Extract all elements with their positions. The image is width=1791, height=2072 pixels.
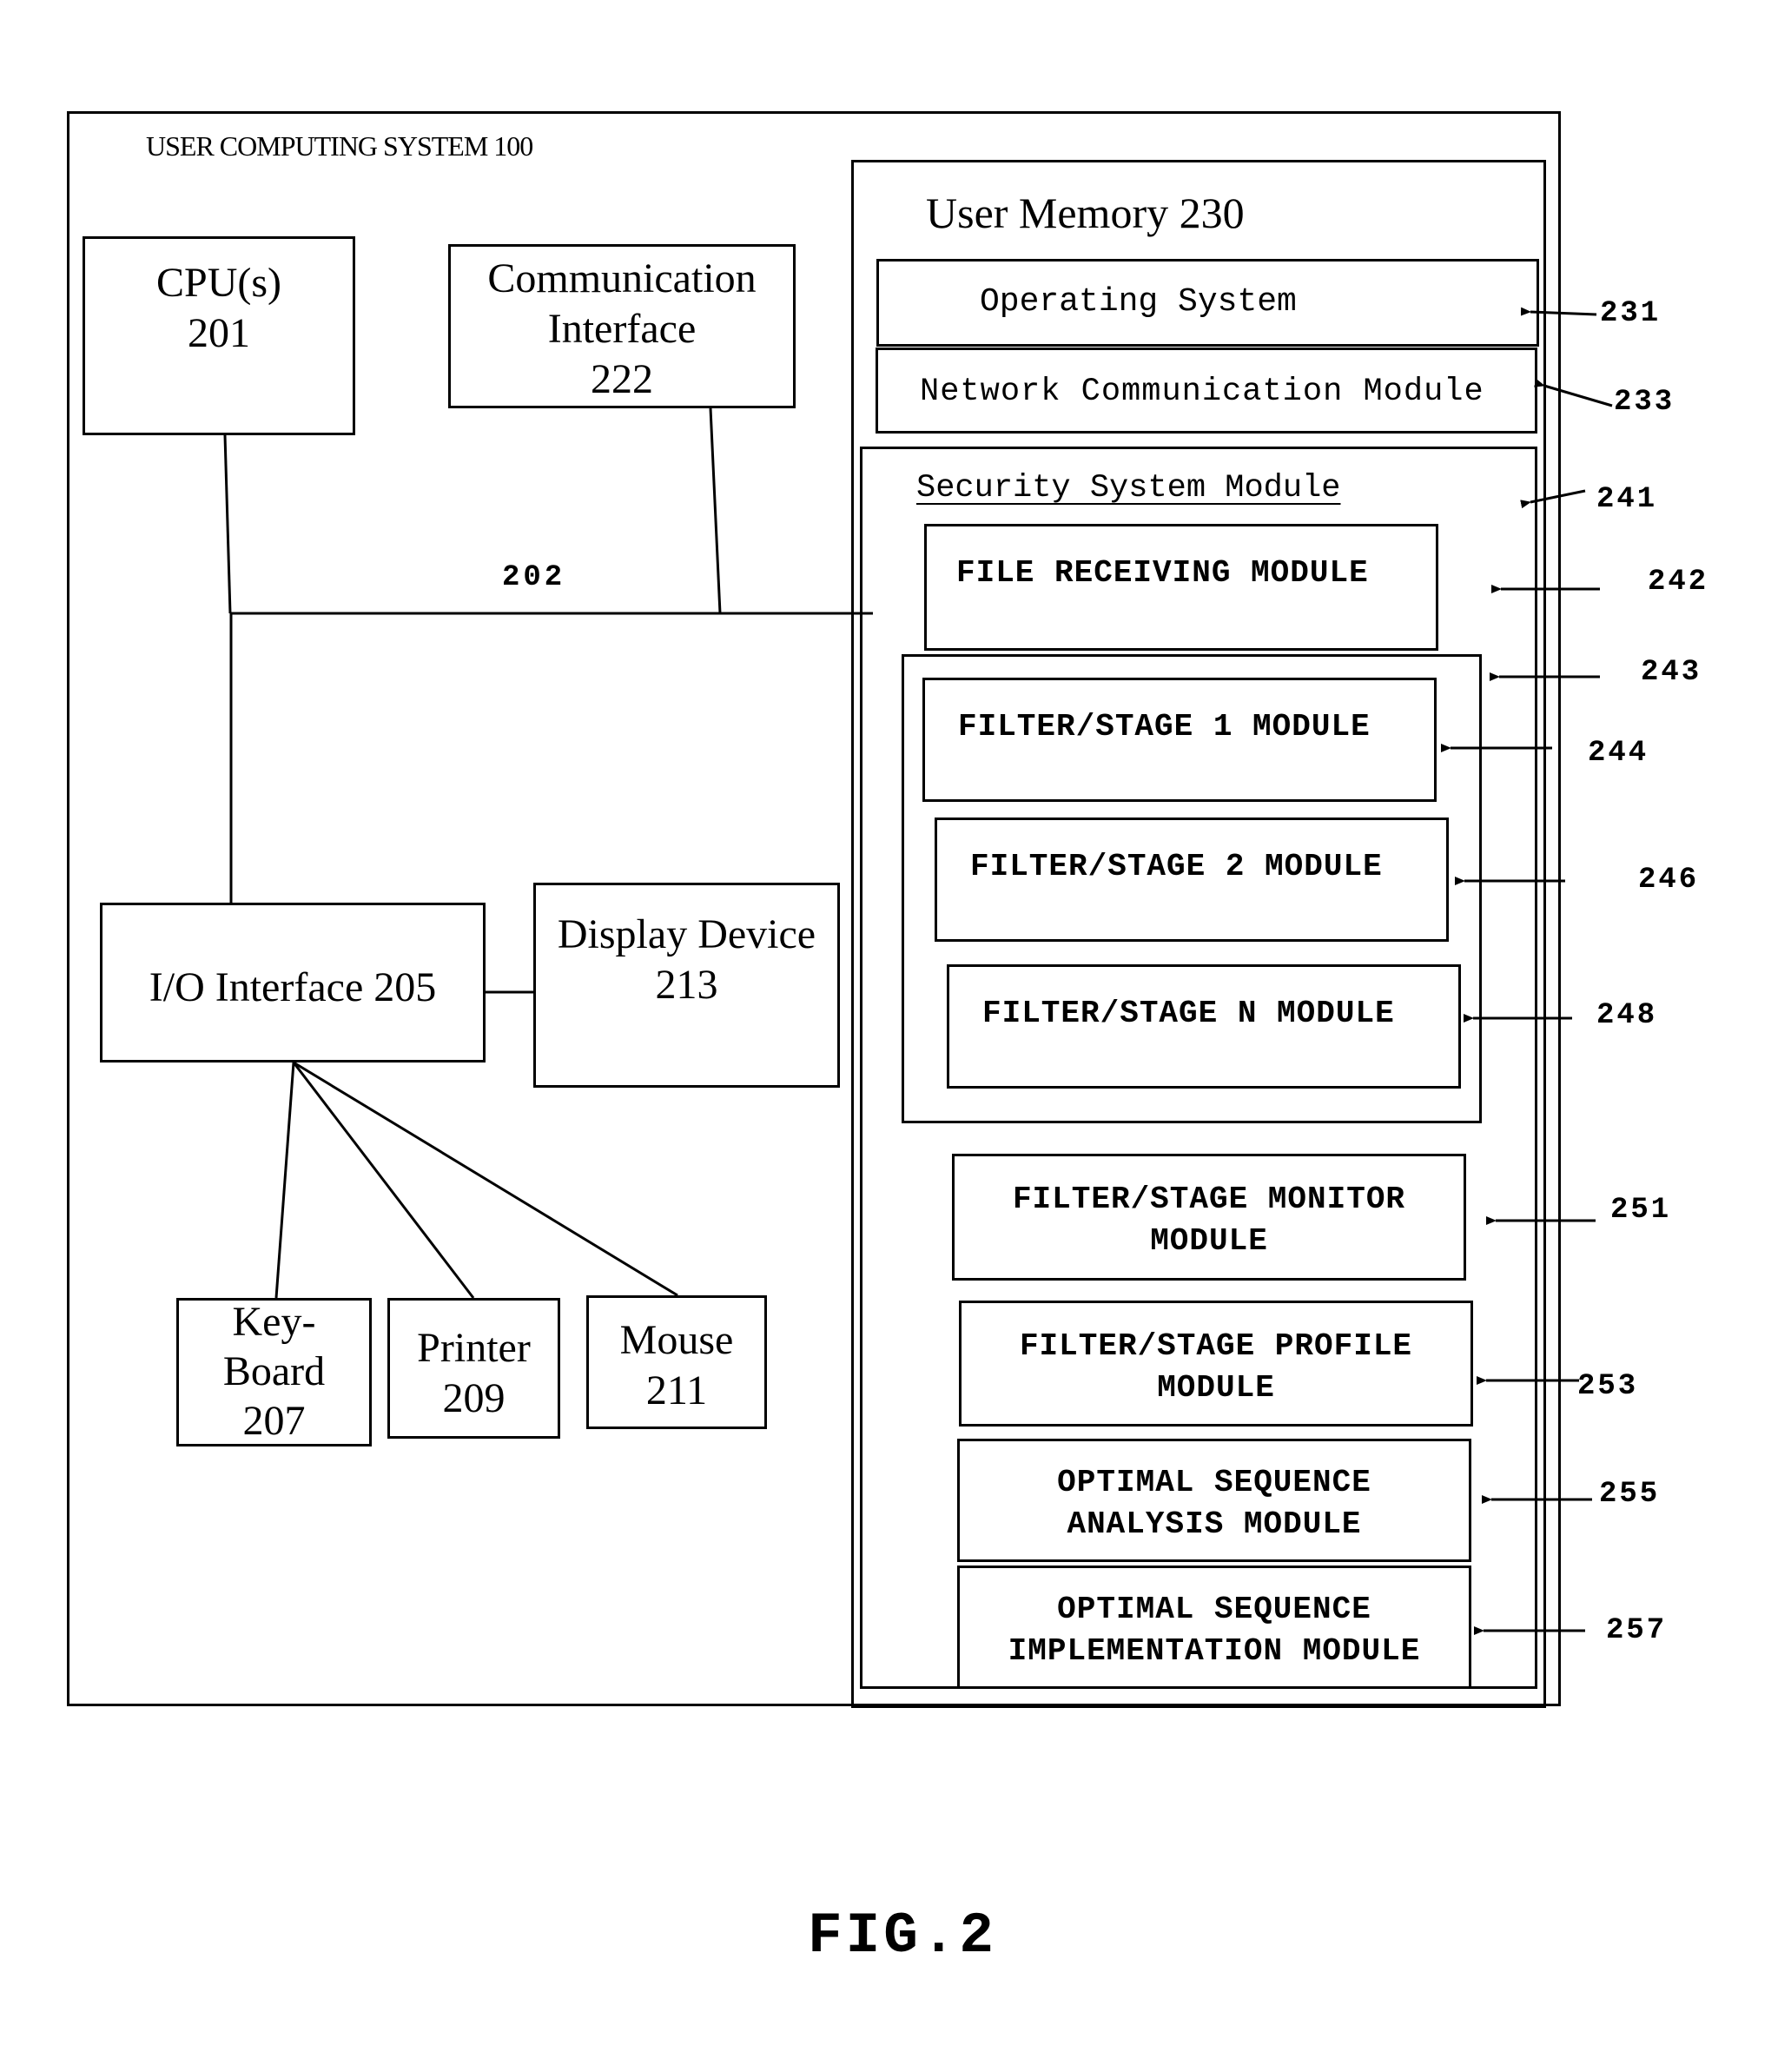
ref-241: 241 xyxy=(1596,483,1658,516)
file-receiving-module-box: FILE RECEIVING MODULE xyxy=(924,524,1438,651)
filter-stage-monitor-module-box: FILTER/STAGE MONITOR MODULE xyxy=(952,1154,1466,1281)
ref-255: 255 xyxy=(1599,1478,1661,1511)
io-interface-box: I/O Interface 205 xyxy=(100,903,486,1062)
filter-stage-monitor-module-label: FILTER/STAGE MONITOR MODULE xyxy=(1012,1182,1406,1259)
system-title: USER COMPUTING SYSTEM 100 xyxy=(146,130,533,162)
communication-interface-label: Communication Interface 222 xyxy=(487,255,757,402)
optimal-sequence-implementation-module-box: OPTIMAL SEQUENCE IMPLEMENTATION MODULE xyxy=(957,1566,1471,1689)
filter-stage-1-module-box: FILTER/STAGE 1 MODULE xyxy=(922,678,1437,802)
patent-figure: USER COMPUTING SYSTEM 100 CPU(s) 201 Com… xyxy=(0,0,1791,2072)
ref-248: 248 xyxy=(1596,999,1658,1032)
cpu-box: CPU(s) 201 xyxy=(83,236,355,435)
printer-box: Printer 209 xyxy=(387,1298,560,1439)
user-memory-title: User Memory 230 xyxy=(926,189,1245,237)
io-interface-label: I/O Interface 205 xyxy=(149,964,437,1010)
keyboard-box: Key- Board 207 xyxy=(176,1298,372,1446)
keyboard-label: Key- Board 207 xyxy=(222,1299,326,1444)
ref-253: 253 xyxy=(1577,1370,1639,1403)
filter-stage-profile-module-box: FILTER/STAGE PROFILE MODULE xyxy=(959,1301,1473,1427)
filter-stage-n-module-label: FILTER/STAGE N MODULE xyxy=(982,996,1395,1031)
ref-231: 231 xyxy=(1600,297,1662,330)
ref-243: 243 xyxy=(1641,656,1702,689)
bus-label: 202 xyxy=(502,561,566,594)
filter-stage-2-module-label: FILTER/STAGE 2 MODULE xyxy=(970,849,1383,884)
ref-257: 257 xyxy=(1606,1614,1668,1647)
operating-system-box: Operating System xyxy=(876,259,1539,347)
display-device-label: Display Device 213 xyxy=(557,911,816,1008)
ref-251: 251 xyxy=(1610,1194,1672,1227)
operating-system-label: Operating System xyxy=(980,283,1297,321)
optimal-sequence-implementation-module-label: OPTIMAL SEQUENCE IMPLEMENTATION MODULE xyxy=(1008,1592,1421,1669)
communication-interface-box: Communication Interface 222 xyxy=(448,244,796,408)
security-system-module-title: Security System Module xyxy=(916,470,1341,506)
file-receiving-module-label: FILE RECEIVING MODULE xyxy=(956,555,1369,591)
optimal-sequence-analysis-module-label: OPTIMAL SEQUENCE ANALYSIS MODULE xyxy=(1057,1465,1371,1542)
cpu-label: CPU(s) 201 xyxy=(155,260,282,356)
filter-stage-1-module-label: FILTER/STAGE 1 MODULE xyxy=(958,709,1371,745)
ref-246: 246 xyxy=(1638,864,1700,897)
network-communication-module-box: Network Communication Module xyxy=(876,348,1537,434)
figure-caption: FIG.2 xyxy=(808,1903,998,1969)
ref-242: 242 xyxy=(1648,566,1709,599)
ref-244: 244 xyxy=(1588,737,1649,770)
ref-233: 233 xyxy=(1614,386,1675,419)
filter-stage-n-module-box: FILTER/STAGE N MODULE xyxy=(947,964,1461,1089)
filter-stage-2-module-box: FILTER/STAGE 2 MODULE xyxy=(935,818,1449,942)
optimal-sequence-analysis-module-box: OPTIMAL SEQUENCE ANALYSIS MODULE xyxy=(957,1439,1471,1562)
printer-label: Printer 209 xyxy=(417,1325,531,1421)
filter-stage-profile-module-label: FILTER/STAGE PROFILE MODULE xyxy=(1019,1328,1413,1406)
display-device-box: Display Device 213 xyxy=(533,883,840,1088)
network-communication-module-label: Network Communication Module xyxy=(920,374,1484,410)
mouse-label: Mouse 211 xyxy=(619,1317,734,1413)
mouse-box: Mouse 211 xyxy=(586,1295,767,1429)
